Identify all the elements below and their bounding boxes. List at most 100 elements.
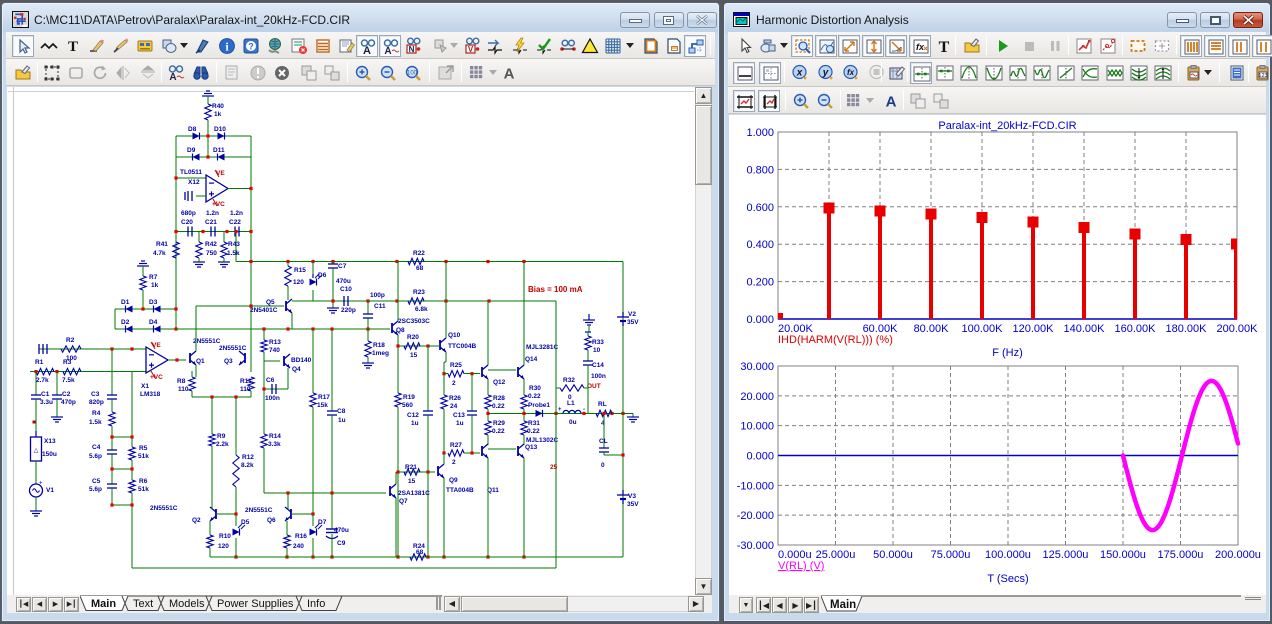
svg-text:150.000u: 150.000u <box>1100 549 1146 561</box>
svg-text:R25: R25 <box>450 362 462 369</box>
svg-text:A: A <box>169 72 176 82</box>
svg-text:51k: 51k <box>138 453 149 460</box>
svg-text:R3: R3 <box>63 359 72 366</box>
svg-text:C9: C9 <box>337 540 346 547</box>
svg-text:TTA004B: TTA004B <box>446 487 474 494</box>
svg-text:fx: fx <box>847 68 855 77</box>
svg-text:R19: R19 <box>403 394 415 401</box>
svg-text:R1: R1 <box>35 359 44 366</box>
svg-text:120: 120 <box>293 279 304 286</box>
svg-text:X1: X1 <box>141 383 149 390</box>
svg-text:50.000u: 50.000u <box>873 549 913 561</box>
svg-text:Q1: Q1 <box>196 358 205 365</box>
svg-text:35V: 35V <box>627 319 639 326</box>
svg-text:68: 68 <box>416 265 424 272</box>
svg-text:1.5k: 1.5k <box>89 419 102 426</box>
svg-text:0.000: 0.000 <box>746 314 774 326</box>
svg-text:R7: R7 <box>149 274 158 281</box>
svg-text:2N5551C: 2N5551C <box>150 505 178 512</box>
svg-text:V1: V1 <box>46 487 54 494</box>
svg-text:V3: V3 <box>628 493 636 500</box>
svg-text:R29: R29 <box>493 420 505 427</box>
svg-text:R5: R5 <box>139 445 148 452</box>
svg-text:V(RL) (V): V(RL) (V) <box>778 560 824 572</box>
svg-text:2: 2 <box>452 380 456 387</box>
svg-text:+VC: +VC <box>150 374 163 381</box>
svg-text:120.00K: 120.00K <box>1013 323 1055 335</box>
svg-text:2N5401C: 2N5401C <box>250 307 278 314</box>
svg-text:R6: R6 <box>139 478 148 485</box>
svg-text:R9: R9 <box>217 433 226 440</box>
svg-text:A: A <box>504 66 515 83</box>
svg-text:R10: R10 <box>219 533 231 540</box>
svg-text:R22: R22 <box>413 250 425 257</box>
svg-text:5.6p: 5.6p <box>89 453 102 460</box>
svg-text:N: N <box>409 45 415 54</box>
svg-text:D2: D2 <box>121 319 130 326</box>
svg-text:Q3: Q3 <box>224 358 233 365</box>
svg-text:Q8: Q8 <box>396 327 405 334</box>
svg-text:△: △ <box>34 448 39 454</box>
svg-text:Q12: Q12 <box>493 379 506 386</box>
svg-text:R33: R33 <box>592 339 604 346</box>
svg-text:R31: R31 <box>528 420 540 427</box>
svg-text:0.22: 0.22 <box>527 428 540 435</box>
svg-text:0.000: 0.000 <box>746 451 774 463</box>
svg-text:D5: D5 <box>241 519 250 526</box>
svg-text:R30: R30 <box>529 385 541 392</box>
svg-text:A: A <box>384 46 391 56</box>
svg-text:2.7k: 2.7k <box>36 377 49 384</box>
svg-text:+: + <box>558 407 562 413</box>
svg-text:C7: C7 <box>338 263 347 270</box>
svg-text:1k: 1k <box>214 111 222 118</box>
svg-text:C14: C14 <box>592 362 604 369</box>
svg-text:25: 25 <box>550 464 558 471</box>
svg-text:15k: 15k <box>317 402 328 409</box>
svg-text:Q6: Q6 <box>267 517 276 524</box>
svg-text:R17: R17 <box>318 394 330 401</box>
svg-text:7.5k: 7.5k <box>62 377 75 384</box>
svg-text:140.00K: 140.00K <box>1064 323 1106 335</box>
svg-text:-30.000: -30.000 <box>737 540 774 552</box>
svg-text:-10.000: -10.000 <box>737 480 774 492</box>
svg-text:470u: 470u <box>336 278 351 285</box>
svg-text:T (Secs): T (Secs) <box>987 573 1028 585</box>
svg-text:30.000: 30.000 <box>740 361 774 373</box>
svg-text:175.000u: 175.000u <box>1158 549 1204 561</box>
svg-text:4.7k: 4.7k <box>153 250 166 257</box>
svg-text:R41: R41 <box>156 241 168 248</box>
svg-text:C12: C12 <box>407 412 419 419</box>
svg-text:R15: R15 <box>294 267 306 274</box>
svg-text:R2: R2 <box>66 337 75 344</box>
svg-text:TL0511: TL0511 <box>180 169 202 176</box>
svg-text:D10: D10 <box>214 126 226 133</box>
svg-text:0.800: 0.800 <box>746 164 774 176</box>
svg-text:CL: CL <box>599 438 608 445</box>
svg-text:Q13: Q13 <box>525 444 538 451</box>
svg-text:0.22: 0.22 <box>492 403 505 410</box>
svg-text:51k: 51k <box>138 486 149 493</box>
svg-text:-20.000: -20.000 <box>737 510 774 522</box>
svg-text:Bias = 100 mA: Bias = 100 mA <box>528 285 583 294</box>
svg-text:200.000u: 200.000u <box>1215 549 1261 561</box>
svg-text:RL: RL <box>598 401 607 408</box>
svg-text:C10: C10 <box>340 286 352 293</box>
svg-text:X13: X13 <box>44 438 56 445</box>
svg-text:R26: R26 <box>449 395 461 402</box>
svg-text:110: 110 <box>178 386 189 393</box>
svg-text:R23: R23 <box>413 289 425 296</box>
svg-text:Models: Models <box>169 598 205 610</box>
svg-text:BD140: BD140 <box>291 357 312 364</box>
svg-text:T: T <box>68 39 78 55</box>
svg-text:20.000: 20.000 <box>740 391 774 403</box>
svg-text:1.000: 1.000 <box>746 127 774 139</box>
svg-text:0.600: 0.600 <box>746 202 774 214</box>
svg-text:x: x <box>796 68 803 79</box>
svg-text:A: A <box>886 94 897 111</box>
svg-text:Main: Main <box>91 598 116 610</box>
svg-text:100n: 100n <box>591 373 606 380</box>
svg-text:0.22: 0.22 <box>492 428 505 435</box>
svg-text:160.00K: 160.00K <box>1115 323 1157 335</box>
svg-text:R40: R40 <box>212 103 224 110</box>
svg-text:100p: 100p <box>370 292 385 299</box>
